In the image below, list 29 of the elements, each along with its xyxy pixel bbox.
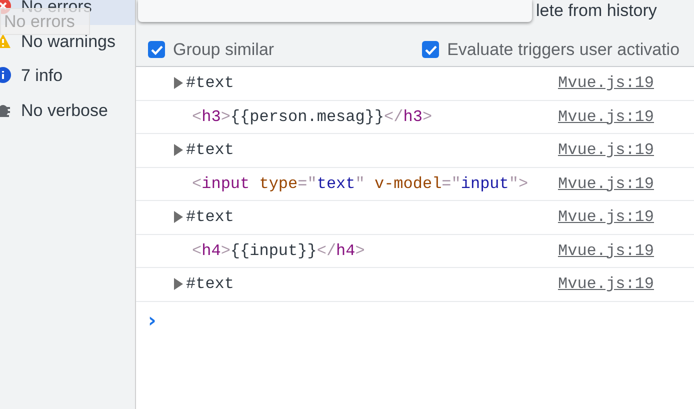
source-link[interactable]: Mvue.js:19	[558, 208, 654, 226]
source-link[interactable]: Mvue.js:19	[558, 74, 654, 92]
node-text: #text	[186, 275, 234, 294]
sidebar-item[interactable]: No verbose	[0, 94, 135, 128]
node-text: #text	[186, 74, 234, 92]
info-icon	[0, 67, 11, 84]
drag-tooltip: No errors	[0, 8, 90, 35]
expand-arrow-icon[interactable]	[173, 77, 183, 90]
checkbox[interactable]	[148, 41, 165, 58]
source-link[interactable]: Mvue.js:19	[558, 174, 654, 193]
code-text: <input type="text" v-model="input">	[192, 174, 528, 193]
code-text: <h4>{{input}}</h4>	[192, 242, 365, 260]
checkbox[interactable]	[422, 41, 440, 58]
prompt-icon[interactable]: ›	[148, 308, 694, 332]
menu-item-text[interactable]: lete from history	[536, 1, 657, 21]
expand-arrow-icon[interactable]	[173, 278, 183, 290]
source-link[interactable]: Mvue.js:19	[558, 141, 654, 160]
option-label: Group similar	[173, 40, 274, 60]
code-text: <h3>{{person.mesag}}</h3>	[192, 108, 432, 126]
sidebar-item[interactable]: 7 info	[0, 59, 135, 94]
node-text: #text	[186, 141, 234, 160]
source-link[interactable]: Mvue.js:19	[558, 275, 654, 294]
expand-arrow-icon[interactable]	[173, 211, 183, 224]
source-link[interactable]: Mvue.js:19	[558, 242, 654, 260]
warning-icon	[0, 32, 11, 49]
node-text: #text	[186, 208, 234, 226]
expand-arrow-icon[interactable]	[173, 144, 183, 156]
source-link[interactable]: Mvue.js:19	[558, 108, 654, 126]
checkbox-option[interactable]: Group similar	[148, 40, 274, 60]
